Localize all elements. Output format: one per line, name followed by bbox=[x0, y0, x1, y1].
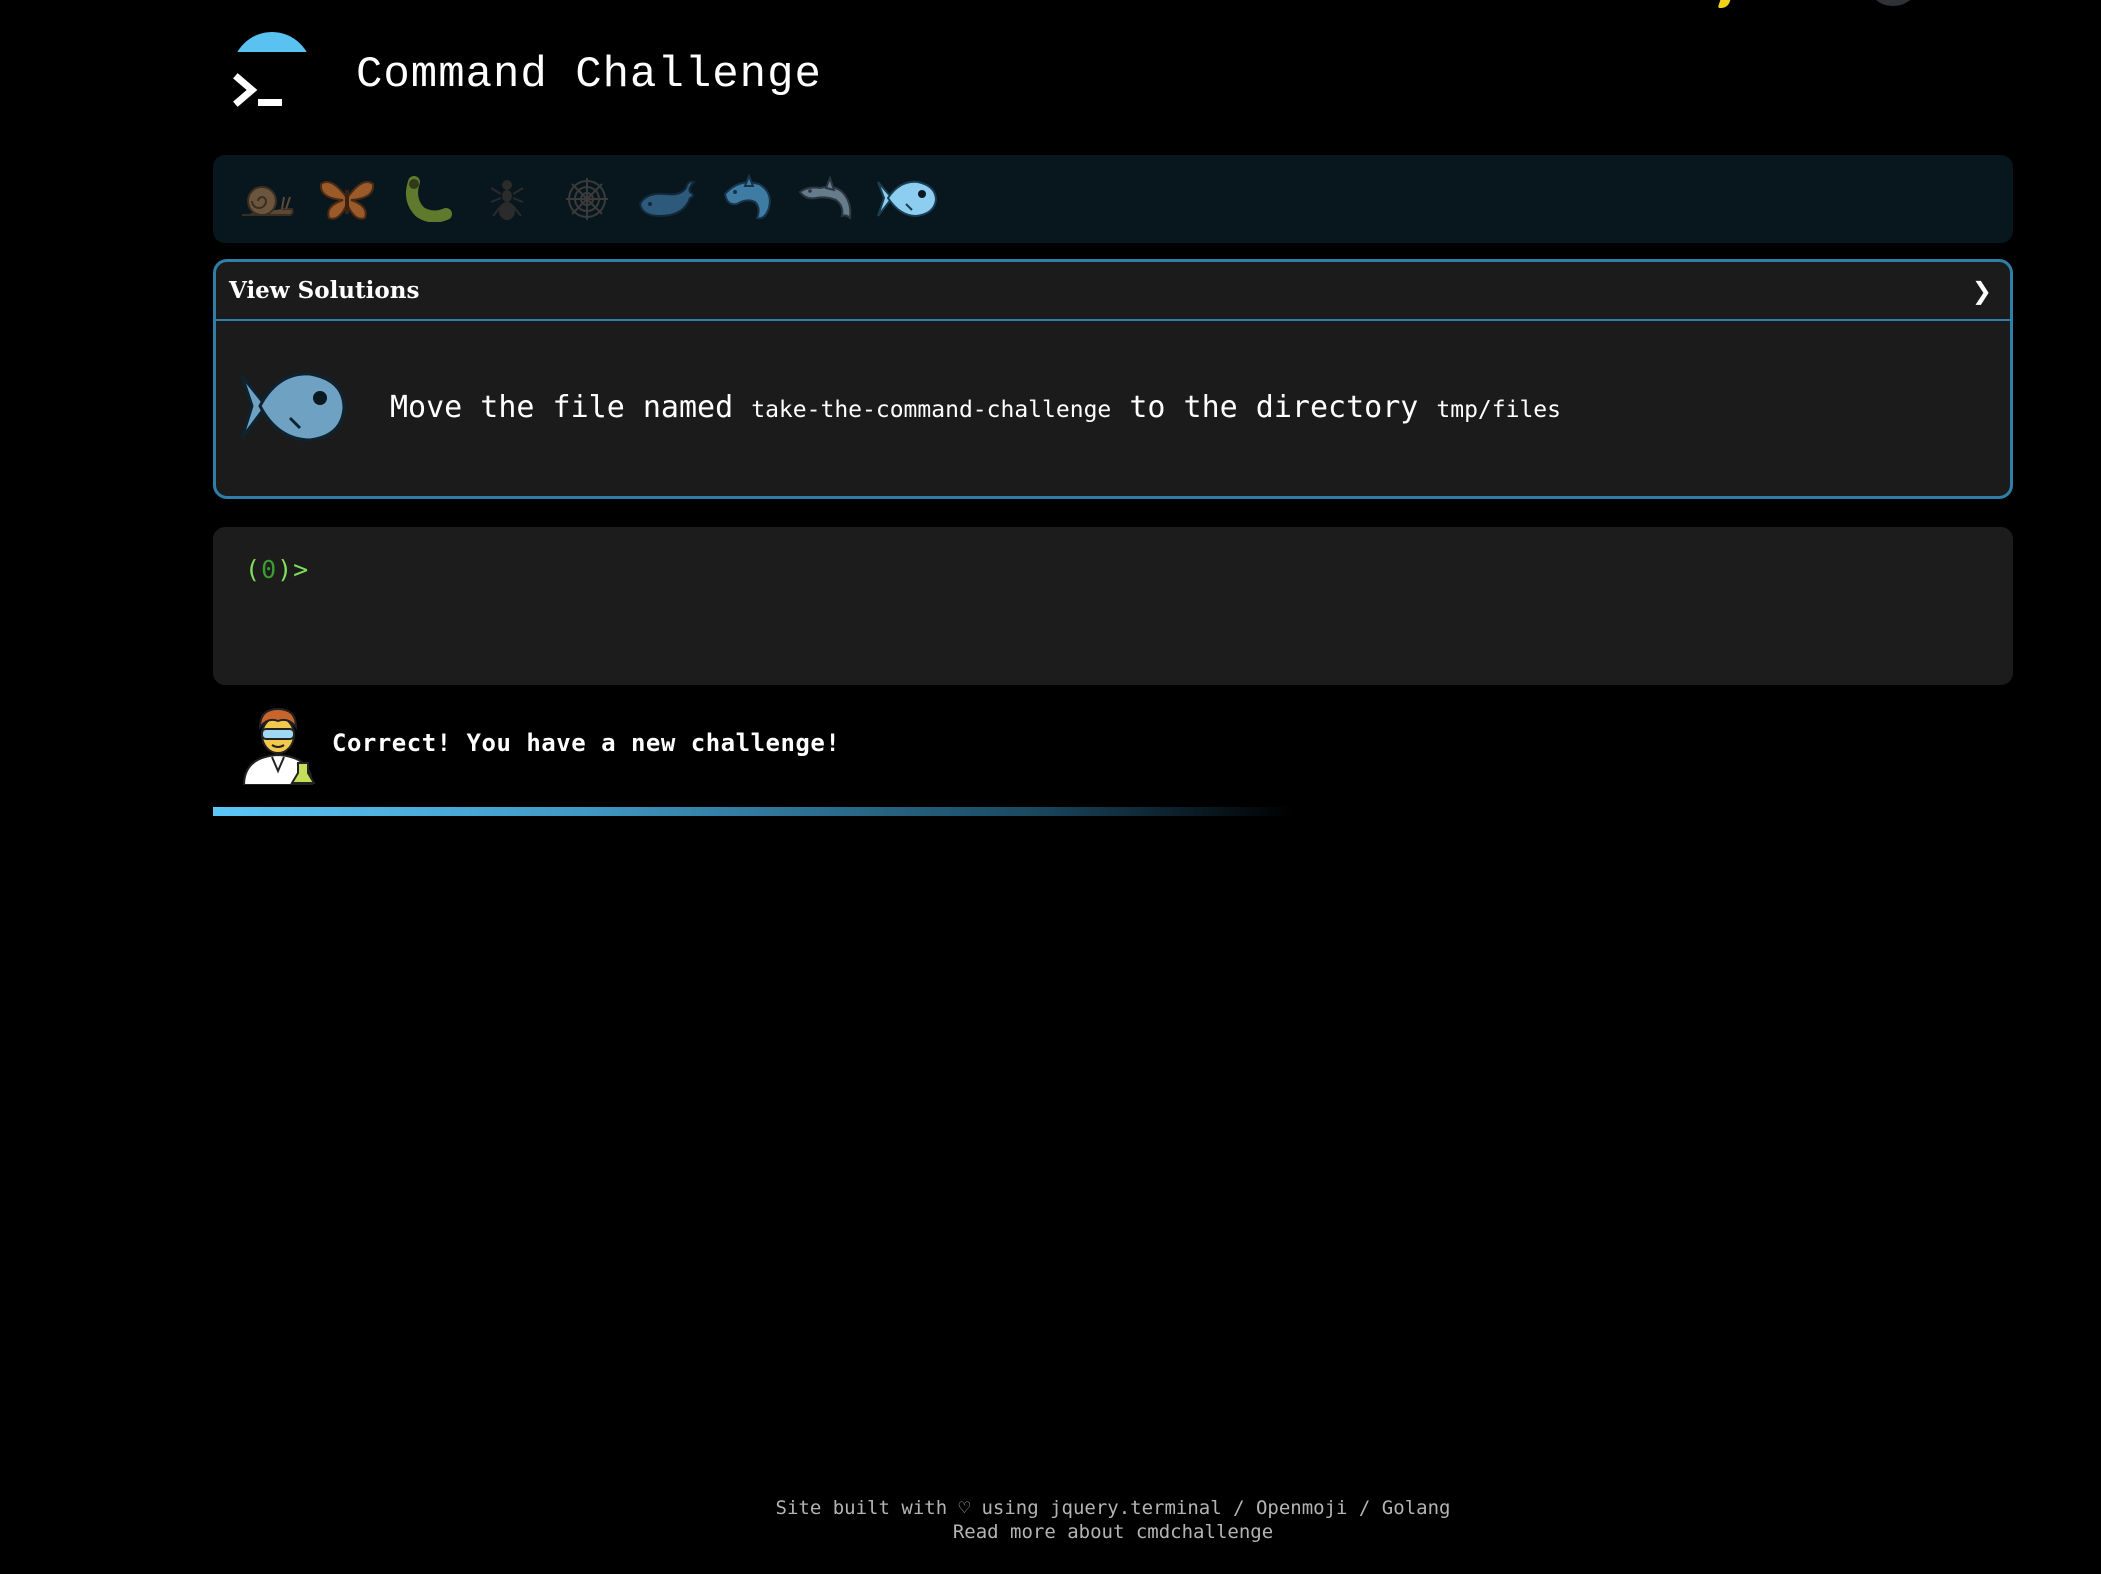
task-text-1: Move the file named bbox=[390, 389, 734, 425]
header: Command Challenge bbox=[226, 30, 822, 120]
terminal-prompt[interactable]: (0)> bbox=[245, 555, 2013, 584]
decorative-corner-shape bbox=[1717, 0, 1733, 8]
challenge-description: Move the file named take-the-command-cha… bbox=[390, 390, 1561, 425]
view-solutions-label[interactable]: View Solutions bbox=[229, 277, 419, 304]
task-filename: take-the-command-challenge bbox=[751, 396, 1112, 423]
progress-fill bbox=[213, 807, 1293, 816]
terminal-logo-icon[interactable] bbox=[226, 30, 316, 120]
footer: Site built with ♡ using jquery.terminal … bbox=[0, 1496, 2101, 1544]
page-title: Command Challenge bbox=[356, 50, 822, 100]
ant-icon[interactable] bbox=[467, 164, 547, 234]
shark-icon[interactable] bbox=[707, 164, 787, 234]
terminal[interactable]: (0)> bbox=[213, 527, 2013, 685]
snail-icon[interactable] bbox=[227, 164, 307, 234]
feedback-message: Correct! You have a new challenge! bbox=[332, 729, 841, 757]
prompt-close: )> bbox=[277, 555, 310, 584]
chevron-right-icon[interactable]: ❯ bbox=[1972, 277, 1992, 305]
fish-icon bbox=[240, 372, 346, 442]
whale-icon[interactable] bbox=[627, 164, 707, 234]
challenge-body: Move the file named take-the-command-cha… bbox=[216, 321, 2010, 493]
page: Command Challenge View Solutions ❯ Move … bbox=[0, 0, 2101, 1574]
prompt-count: 0 bbox=[261, 555, 278, 584]
spider-web-icon[interactable] bbox=[547, 164, 627, 234]
butterfly-icon[interactable] bbox=[307, 164, 387, 234]
decorative-corner-circle bbox=[1868, 0, 1918, 6]
footer-credits[interactable]: Site built with ♡ using jquery.terminal … bbox=[0, 1496, 2101, 1520]
level-bar bbox=[213, 155, 2013, 243]
prompt-open: ( bbox=[245, 555, 262, 584]
dolphin-icon[interactable] bbox=[787, 164, 867, 234]
footer-about-link[interactable]: Read more about cmdchallenge bbox=[0, 1520, 2101, 1544]
fish-icon[interactable] bbox=[867, 164, 947, 234]
progress-bar bbox=[213, 807, 2013, 816]
bug-icon[interactable] bbox=[387, 164, 467, 234]
feedback-row: Correct! You have a new challenge! bbox=[238, 701, 840, 785]
challenge-panel: View Solutions ❯ Move the file named tak… bbox=[213, 259, 2013, 499]
view-solutions-toggle[interactable]: View Solutions ❯ bbox=[216, 262, 2010, 321]
scientist-avatar-icon bbox=[242, 707, 316, 785]
task-text-2: to the directory bbox=[1129, 389, 1419, 425]
task-directory: tmp/files bbox=[1436, 396, 1561, 423]
